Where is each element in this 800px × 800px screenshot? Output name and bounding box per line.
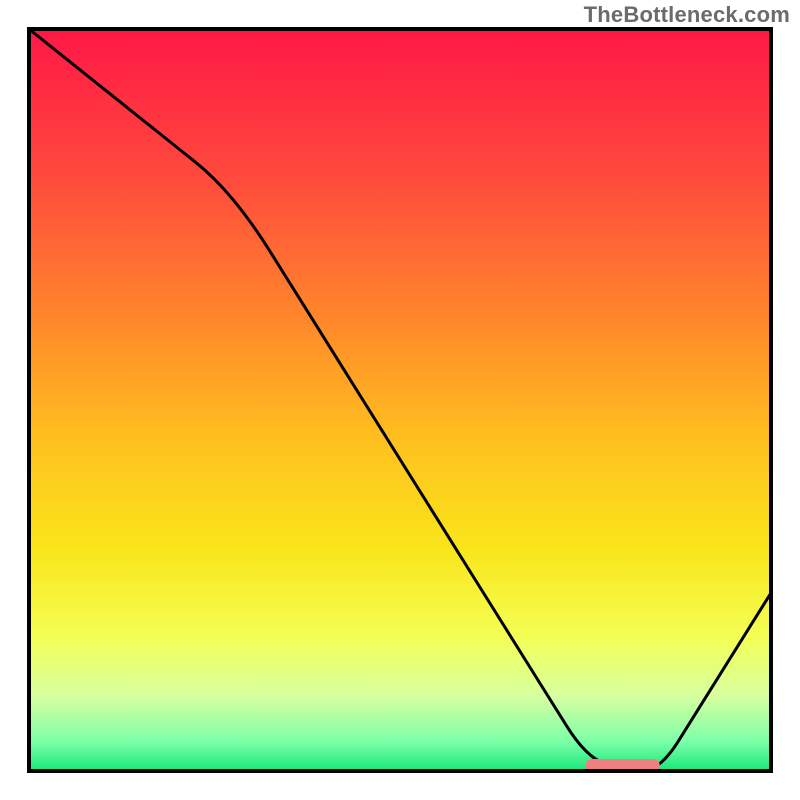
- bottleneck-chart: [0, 0, 800, 800]
- watermark-text: TheBottleneck.com: [584, 2, 790, 28]
- plot-gradient: [29, 29, 771, 771]
